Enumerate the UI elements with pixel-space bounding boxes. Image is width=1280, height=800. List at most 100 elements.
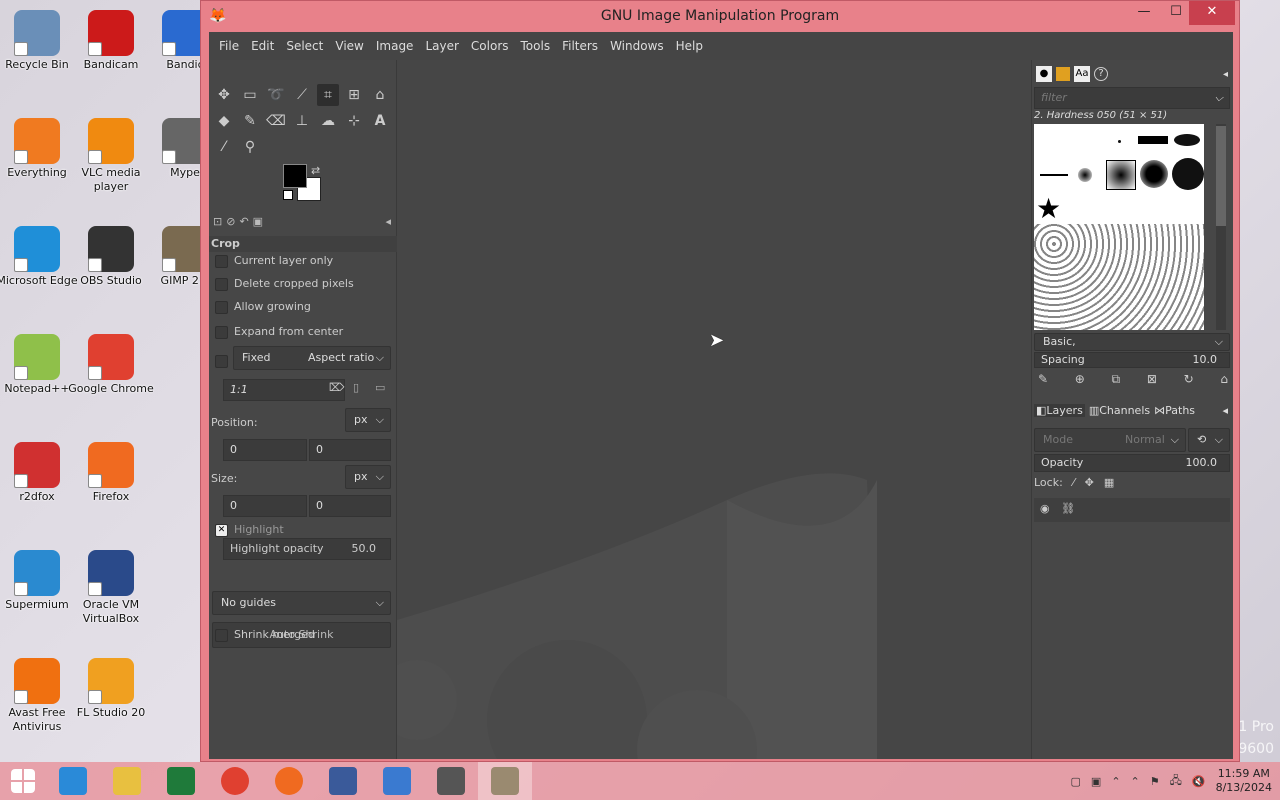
menu-select[interactable]: Select [280, 32, 329, 60]
new-brush-icon[interactable]: ⊕ [1075, 372, 1085, 387]
open-brush-as-image-icon[interactable]: ⌂ [1220, 372, 1228, 387]
taskbar-internet-explorer[interactable] [46, 762, 100, 800]
images-tab-icon[interactable]: ▣ [253, 215, 263, 228]
smudge-tool-icon[interactable]: ☁ [317, 110, 339, 132]
delete-cropped-pixels-option[interactable]: Delete cropped pixels [209, 277, 397, 291]
title-bar[interactable]: 🦊 GNU Image Manipulation Program — ☐ ✕ [201, 1, 1239, 31]
allow-growing-checkbox[interactable] [215, 300, 228, 314]
menu-image[interactable]: Image [370, 32, 420, 60]
brush-line[interactable] [1040, 174, 1068, 176]
flag-icon[interactable]: ⚑ [1150, 775, 1160, 788]
maximize-button[interactable]: ☐ [1159, 1, 1193, 25]
brush-star[interactable]: ★ [1036, 192, 1061, 225]
move-tool-icon[interactable]: ✥ [213, 84, 235, 106]
spacing-slider[interactable]: Spacing 10.0 [1034, 352, 1230, 368]
undo-history-tab-icon[interactable]: ↶ [239, 215, 248, 228]
desktop-icon[interactable]: Google Chrome [68, 334, 154, 396]
size-width-input[interactable]: 0 [223, 495, 307, 517]
expand-from-center-checkbox[interactable] [215, 325, 228, 339]
lock-position-icon[interactable]: ✥ [1085, 476, 1094, 489]
free-select-tool-icon[interactable]: ➰ [265, 84, 287, 106]
current-layer-only-option[interactable]: Current layer only [209, 254, 397, 268]
close-button[interactable]: ✕ [1189, 1, 1235, 25]
brush-dot-small[interactable] [1118, 140, 1121, 143]
delete-cropped-pixels-checkbox[interactable] [215, 277, 228, 291]
desktop-icon[interactable]: Firefox [68, 442, 154, 504]
foreground-color-swatch[interactable] [283, 164, 307, 188]
configure-tab-icon[interactable]: ◂ [385, 215, 391, 228]
duplicate-brush-icon[interactable]: ⧉ [1112, 372, 1121, 387]
size-unit-combo[interactable]: px ⌵ [345, 465, 391, 489]
brush-fuzzy-3[interactable] [1140, 160, 1168, 188]
menu-colors[interactable]: Colors [465, 32, 515, 60]
expand-from-center-option[interactable]: Expand from center [209, 325, 397, 339]
fuzzy-select-tool-icon[interactable]: ⟋ [291, 84, 313, 106]
tab-channels[interactable]: ▥Channels [1089, 404, 1150, 417]
desktop-icon[interactable]: FL Studio 20 [68, 658, 154, 720]
desktop-icon[interactable]: Oracle VM VirtualBox [68, 550, 154, 626]
brushes-tab-icon[interactable]: ● [1036, 66, 1052, 82]
tray-icon-2[interactable]: ▣ [1091, 775, 1101, 788]
refresh-brushes-icon[interactable]: ↻ [1184, 372, 1194, 387]
minimize-button[interactable]: — [1127, 1, 1161, 25]
taskbar-raccoon[interactable] [424, 762, 478, 800]
taskbar-excel[interactable] [154, 762, 208, 800]
brush-fuzzy-1[interactable] [1078, 168, 1092, 182]
visibility-icon[interactable]: ◉ [1040, 502, 1050, 515]
menu-view[interactable]: View [329, 32, 369, 60]
menu-tools[interactable]: Tools [515, 32, 557, 60]
taskbar-chrome[interactable] [208, 762, 262, 800]
warp-transform-tool-icon[interactable]: ⌂ [369, 84, 391, 106]
tray-icon-1[interactable]: ▢ [1071, 775, 1081, 788]
clone-tool-icon[interactable]: ⊥ [291, 110, 313, 132]
taskbar-file-explorer[interactable] [100, 762, 154, 800]
shrink-merged-checkbox[interactable] [215, 628, 228, 642]
rect-select-tool-icon[interactable]: ▭ [239, 84, 261, 106]
brush-bar[interactable] [1138, 136, 1168, 144]
layer-mode-reset[interactable]: ⟲ ⌵ [1188, 428, 1230, 452]
brush-ellipse[interactable] [1174, 134, 1200, 146]
position-y-input[interactable]: 0 [309, 439, 391, 461]
taskbar-virtualbox[interactable] [316, 762, 370, 800]
crop-tool-icon[interactable]: ⌗ [317, 84, 339, 106]
portrait-icon[interactable]: ▯ [353, 381, 359, 394]
fonts-tab-icon[interactable]: Aa [1074, 66, 1090, 82]
ratio-input[interactable]: 1:1 [223, 379, 345, 401]
delete-brush-icon[interactable]: ⊠ [1147, 372, 1157, 387]
brush-grid[interactable]: ★ [1034, 124, 1204, 330]
image-canvas[interactable]: ➤ [397, 60, 1031, 759]
paintbrush-tool-icon[interactable]: ✎ [239, 110, 261, 132]
paths-tool-icon[interactable]: ⊹ [343, 110, 365, 132]
clock[interactable]: 11:59 AM 8/13/2024 [1216, 767, 1272, 795]
patterns-tab-icon[interactable] [1056, 67, 1070, 81]
tray-icon-3[interactable]: ⌃ [1131, 775, 1140, 788]
text-tool-icon[interactable]: A [369, 110, 391, 132]
lock-pixels-icon[interactable]: ⁄ [1073, 476, 1075, 489]
color-picker-tool-icon[interactable]: ⁄ [213, 136, 235, 158]
tab-layers[interactable]: ◧Layers [1034, 403, 1085, 417]
highlight-option[interactable]: ✕ Highlight [209, 523, 397, 537]
network-icon[interactable]: 🖧 [1170, 772, 1182, 791]
bucket-fill-tool-icon[interactable]: ◆ [213, 110, 235, 132]
layer-mode-combo[interactable]: Mode Normal ⌵ [1034, 428, 1186, 452]
show-hidden-icons[interactable]: ⌃ [1111, 775, 1120, 788]
volume-muted-icon[interactable]: 🔇 [1192, 775, 1206, 788]
taskbar-start[interactable] [0, 762, 46, 800]
brush-tag-combo[interactable]: Basic, ⌵ [1034, 333, 1230, 351]
position-unit-combo[interactable]: px ⌵ [345, 408, 391, 432]
eraser-tool-icon[interactable]: ⌫ [265, 110, 287, 132]
guides-combo[interactable]: No guides ⌵ [212, 591, 391, 615]
brush-hard[interactable] [1172, 158, 1204, 190]
layer-opacity-slider[interactable]: Opacity 100.0 [1034, 454, 1230, 472]
tool-options-tab-icon[interactable]: ⊡ [213, 215, 222, 228]
menu-file[interactable]: File [213, 32, 245, 60]
clear-ratio-icon[interactable]: ⌦ [329, 381, 345, 394]
lock-alpha-icon[interactable]: ▦ [1104, 476, 1114, 489]
current-layer-only-checkbox[interactable] [215, 254, 228, 268]
layers-list[interactable]: ◉ ⛓ [1034, 498, 1230, 522]
highlight-checkbox[interactable]: ✕ [215, 523, 228, 537]
menu-edit[interactable]: Edit [245, 32, 280, 60]
brush-textures[interactable] [1034, 224, 1204, 330]
taskbar-firefox[interactable] [262, 762, 316, 800]
configure-tab-icon[interactable]: ◂ [1223, 69, 1228, 80]
